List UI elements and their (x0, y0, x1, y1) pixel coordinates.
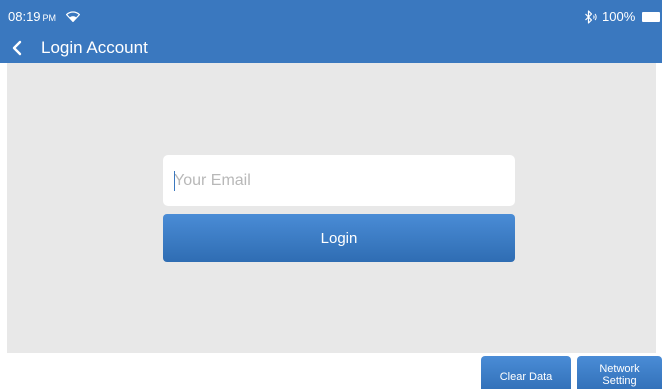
login-panel: Login (7, 63, 656, 353)
status-bar: 08:19 PM 100% (0, 0, 662, 34)
status-time-value: 08:19 (8, 9, 41, 24)
battery-icon (642, 12, 660, 22)
network-setting-button[interactable]: Network Setting (577, 356, 662, 389)
wifi-icon (66, 11, 80, 22)
bluetooth-icon (585, 10, 597, 24)
network-setting-label-line1: Network (599, 362, 640, 375)
page-title: Login Account (41, 38, 148, 57)
chevron-left-icon[interactable] (10, 39, 24, 57)
login-button[interactable]: Login (163, 214, 515, 262)
status-time-ampm: PM (42, 13, 57, 23)
text-caret (174, 171, 175, 191)
clear-data-button[interactable]: Clear Data (481, 356, 571, 389)
clear-data-label: Clear Data (499, 371, 553, 383)
battery-percentage: 100% (602, 9, 636, 24)
status-time: 08:19 PM (8, 9, 56, 26)
title-bar: Login Account (0, 34, 662, 63)
network-setting-label-line2: Setting (602, 374, 637, 387)
email-field[interactable] (163, 155, 515, 206)
